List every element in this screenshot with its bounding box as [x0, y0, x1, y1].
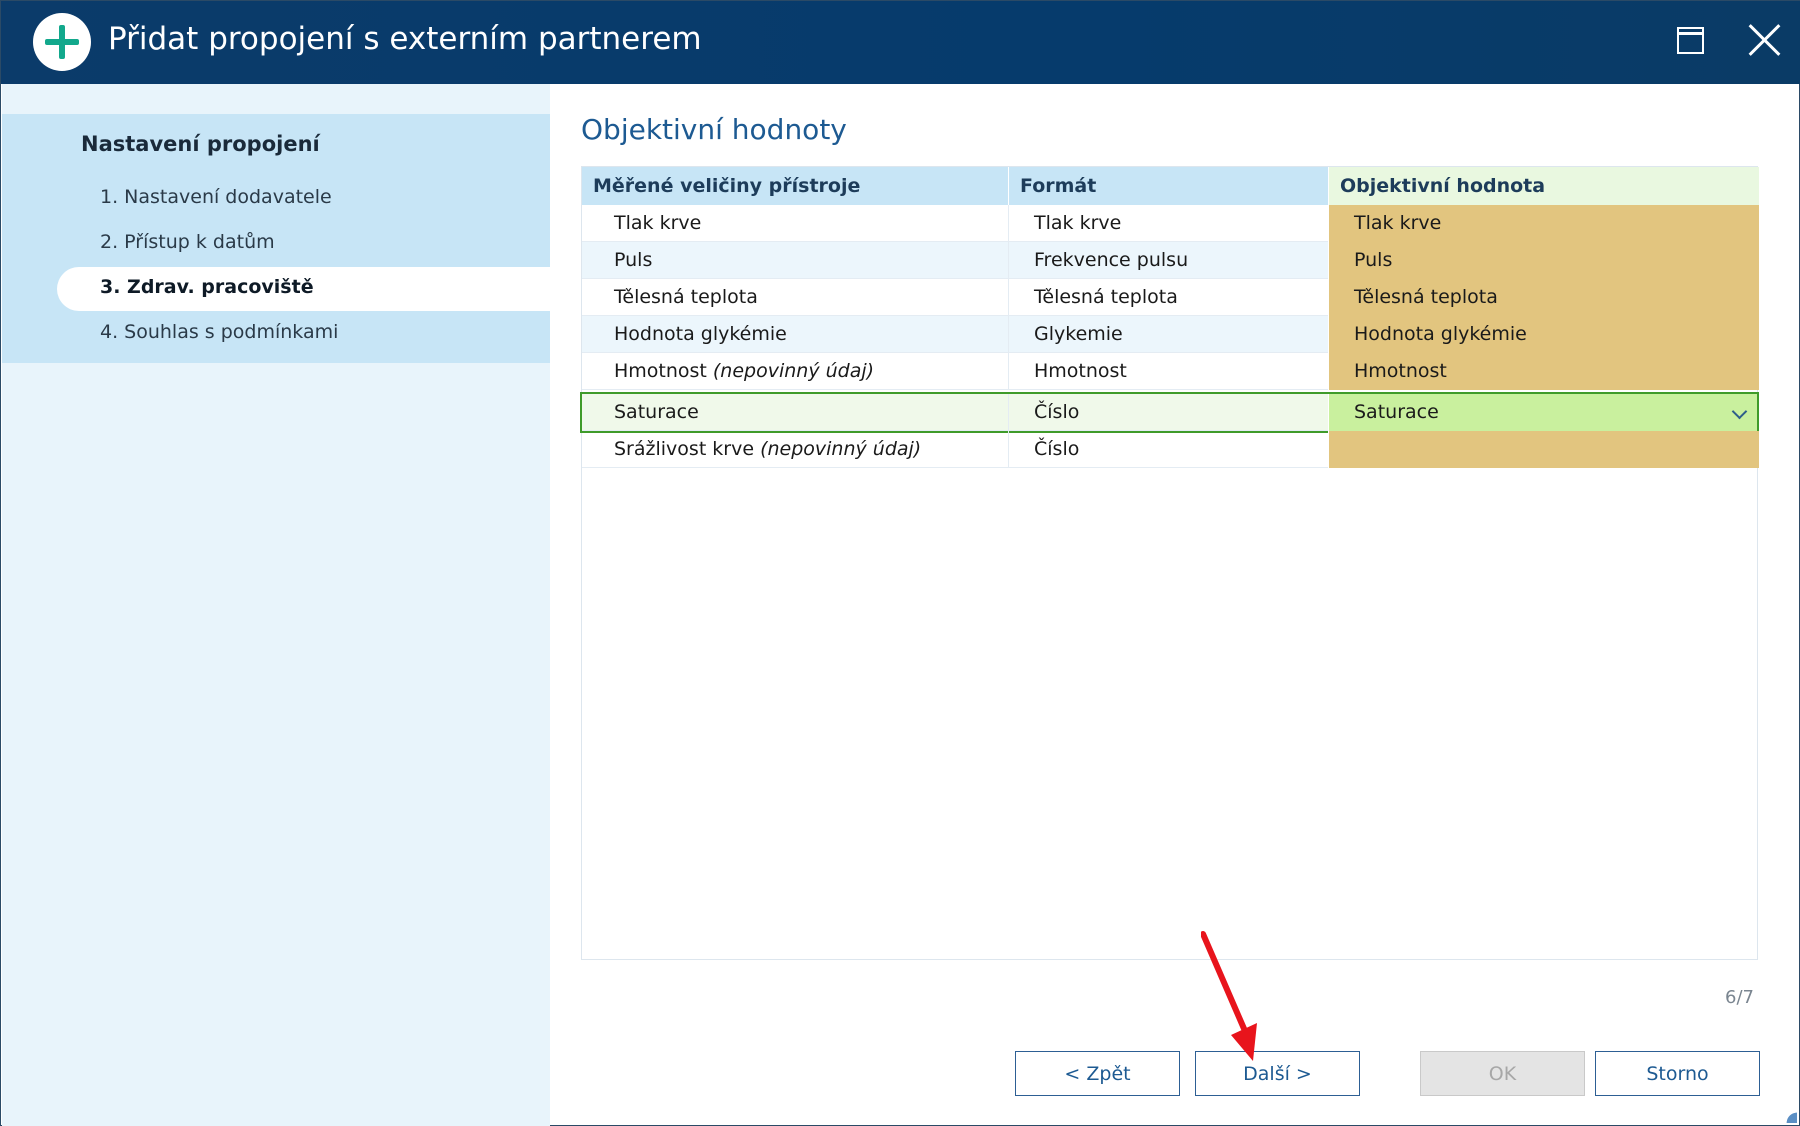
- sidebar-heading: Nastavení propojení: [81, 132, 320, 156]
- table-row[interactable]: Hmotnost (nepovinný údaj) Hmotnost Hmotno…: [582, 353, 1759, 390]
- column-header-format[interactable]: Formát: [1008, 167, 1328, 205]
- format-cell: Glykemie: [1008, 316, 1328, 353]
- measure-name: Hmotnost: [614, 360, 707, 382]
- sidebar-step-1[interactable]: 1. Nastavení dodavatele: [100, 186, 332, 208]
- format-cell: Frekvence pulsu: [1008, 242, 1328, 279]
- dialog-window: Přidat propojení s externím partnerem Na…: [0, 0, 1800, 1126]
- sidebar-step-3[interactable]: 3. Zdrav. pracoviště: [100, 276, 314, 298]
- mapping-table: Měřené veličiny přístroje Formát Objekti…: [580, 166, 1759, 960]
- measure-name: Tlak krve: [614, 212, 702, 234]
- measure-name: Saturace: [614, 401, 699, 423]
- measure-cell: Puls: [582, 242, 1008, 279]
- table-row-selected[interactable]: Saturace Číslo Saturace: [582, 394, 1759, 431]
- format-cell: Číslo: [1008, 431, 1328, 468]
- table-row[interactable]: Hodnota glykémie Glykemie Hodnota glykém…: [582, 316, 1759, 353]
- optional-note: (nepovinný údaj): [760, 438, 922, 460]
- value-dropdown[interactable]: Saturace: [1328, 394, 1759, 431]
- sidebar-step-4[interactable]: 4. Souhlas s podmínkami: [100, 321, 338, 343]
- back-button[interactable]: < Zpět: [1015, 1051, 1180, 1096]
- measure-cell: Tlak krve: [582, 205, 1008, 242]
- measure-cell: Tělesná teplota: [582, 279, 1008, 316]
- format-cell: Tělesná teplota: [1008, 279, 1328, 316]
- page-counter: 6/7: [1725, 987, 1754, 1008]
- table-row[interactable]: Srážlivost krve (nepovinný údaj) Číslo: [582, 431, 1759, 468]
- value-cell[interactable]: [1328, 431, 1759, 468]
- resize-grip[interactable]: [1785, 1111, 1797, 1123]
- format-cell: Číslo: [1008, 394, 1328, 431]
- table-row[interactable]: Tlak krve Tlak krve Tlak krve: [582, 205, 1759, 242]
- chevron-down-icon[interactable]: [1731, 403, 1748, 420]
- value-cell[interactable]: Tělesná teplota: [1328, 279, 1759, 316]
- measure-cell: Hodnota glykémie: [582, 316, 1008, 353]
- measure-name: Puls: [614, 249, 653, 271]
- table-row[interactable]: Puls Frekvence pulsu Puls: [582, 242, 1759, 279]
- ok-button[interactable]: OK: [1420, 1051, 1585, 1096]
- value-cell[interactable]: Hodnota glykémie: [1328, 316, 1759, 353]
- optional-note: (nepovinný údaj): [712, 360, 875, 382]
- annotation-arrow-icon: [1201, 931, 1257, 1061]
- sidebar-step-2[interactable]: 2. Přístup k datům: [100, 231, 275, 253]
- maximize-icon[interactable]: [1677, 27, 1704, 54]
- measure-name: Hodnota glykémie: [614, 323, 787, 345]
- title-bar[interactable]: Přidat propojení s externím partnerem: [1, 1, 1800, 84]
- close-icon[interactable]: [1748, 23, 1782, 57]
- value-dropdown-selected: Saturace: [1354, 401, 1439, 423]
- window-title: Přidat propojení s externím partnerem: [108, 21, 702, 57]
- measure-name: Srážlivost krve: [614, 438, 755, 460]
- measure-cell: Saturace: [582, 394, 1008, 431]
- cancel-button[interactable]: Storno: [1595, 1051, 1760, 1096]
- value-cell[interactable]: Puls: [1328, 242, 1759, 279]
- table-header: Měřené veličiny přístroje Formát Objekti…: [582, 167, 1759, 205]
- wizard-sidebar: Nastavení propojení 1. Nastavení dodavat…: [2, 84, 550, 1126]
- measure-name: Tělesná teplota: [614, 286, 758, 308]
- value-cell[interactable]: Tlak krve: [1328, 205, 1759, 242]
- measure-cell: Hmotnost (nepovinný údaj): [582, 353, 1008, 390]
- section-title: Objektivní hodnoty: [581, 113, 847, 146]
- format-cell: Tlak krve: [1008, 205, 1328, 242]
- add-plus-icon: [33, 13, 91, 71]
- format-cell: Hmotnost: [1008, 353, 1328, 390]
- column-header-value[interactable]: Objektivní hodnota: [1328, 167, 1759, 205]
- value-cell[interactable]: Hmotnost: [1328, 353, 1759, 390]
- table-row[interactable]: Tělesná teplota Tělesná teplota Tělesná …: [582, 279, 1759, 316]
- column-header-measure[interactable]: Měřené veličiny přístroje: [582, 167, 1008, 205]
- measure-cell: Srážlivost krve (nepovinný údaj): [582, 431, 1008, 468]
